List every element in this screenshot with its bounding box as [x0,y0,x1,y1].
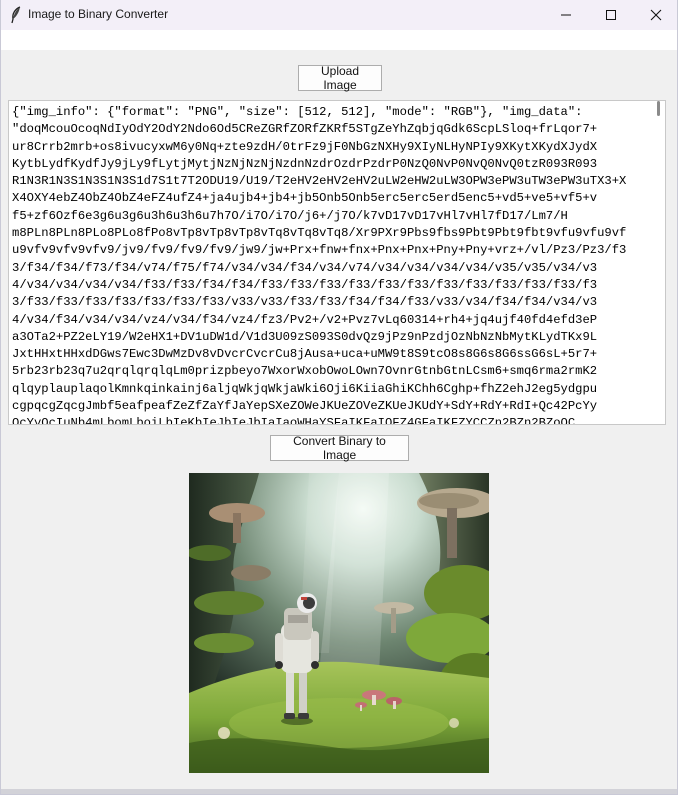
maximize-button[interactable] [588,0,634,30]
top-strip [1,30,677,50]
binary-text-content[interactable]: {"img_info": {"format": "PNG", "size": [… [12,104,652,424]
vertical-scrollbar[interactable] [653,101,665,424]
app-window: Image to Binary Converter Upload Image {… [0,0,678,795]
astronaut-cave-illustration [189,473,489,773]
scrollbar-thumb[interactable] [657,101,660,116]
converted-image [189,473,489,773]
feather-icon [9,6,23,24]
window-bottom-edge [1,789,677,794]
title-bar[interactable]: Image to Binary Converter [1,0,677,30]
close-button[interactable] [633,0,678,30]
close-icon [650,9,662,21]
convert-binary-button[interactable]: Convert Binary to Image [270,434,409,462]
minimize-button[interactable] [543,0,589,30]
upload-image-button[interactable]: Upload Image [298,64,382,92]
minimize-icon [560,9,572,21]
window-title: Image to Binary Converter [28,7,169,21]
binary-text-area[interactable]: {"img_info": {"format": "PNG", "size": [… [8,100,666,425]
maximize-icon [605,9,617,21]
